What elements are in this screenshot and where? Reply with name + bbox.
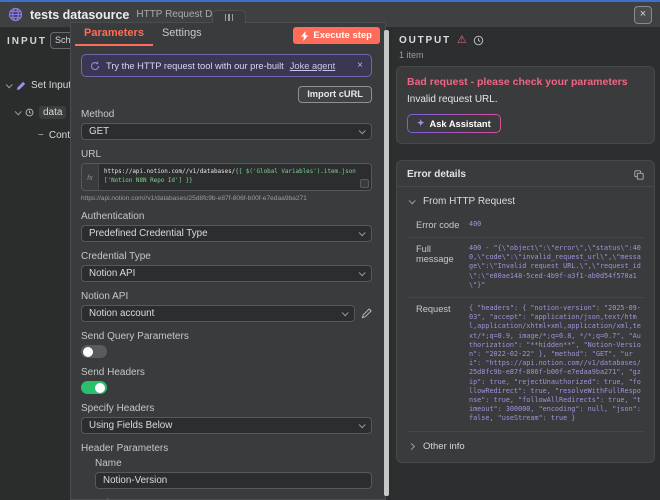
from-http-request-section[interactable]: From HTTP Request (397, 187, 654, 214)
detail-value: 400 - "{\"object\":\"error\",\"status\":… (469, 244, 644, 290)
tree-item-data[interactable]: data (15, 106, 66, 119)
output-panel-title: OUTPUT (399, 35, 451, 46)
items-count: 1 item (392, 46, 660, 60)
send-query-label: Send Query Parameters (81, 331, 372, 342)
chevron-down-icon (359, 229, 366, 236)
detail-label: Full message (407, 244, 469, 290)
expand-expression-icon[interactable] (360, 179, 369, 188)
other-info-section[interactable]: Other info (397, 432, 654, 461)
send-headers-toggle[interactable] (81, 381, 107, 394)
url-expression-editor[interactable]: fx https://api.notion.com//v1/databases/… (81, 163, 372, 191)
dash-icon: − (38, 130, 44, 141)
header-value-label: Value (95, 498, 372, 499)
chevron-down-icon (409, 197, 416, 204)
chevron-down-icon[interactable] (15, 108, 22, 115)
tree-item-label: data (39, 106, 66, 119)
tab-parameters[interactable]: Parameters (75, 23, 153, 46)
fx-icon: fx (82, 164, 99, 190)
chevron-down-icon (359, 269, 366, 276)
tip-text: Try the HTTP request tool with our pre-b… (106, 61, 284, 71)
output-panel: OUTPUT ⚠ 1 item Bad request - please che… (392, 28, 660, 500)
banner-close-icon[interactable]: × (357, 60, 363, 71)
node-title: tests datasource (30, 8, 129, 22)
method-select[interactable]: GET (81, 123, 372, 140)
parameters-form: Try the HTTP request tool with our pre-b… (71, 49, 385, 499)
error-detail-row: Full message 400 - "{\"object\":\"error\… (407, 238, 644, 298)
error-detail-row: Error code 400 (407, 214, 644, 238)
joke-agent-link[interactable]: Joke agent (290, 61, 336, 71)
notion-credential-select[interactable]: Notion account (81, 305, 355, 322)
detail-value: 400 (469, 220, 644, 230)
panel-resize-handle[interactable] (384, 30, 389, 496)
header-parameters-label: Header Parameters (81, 443, 372, 454)
chevron-down-icon[interactable] (6, 81, 13, 88)
input-panel-header: INPUT Schema (0, 28, 72, 54)
input-panel: INPUT Schema Set Inputs for data − Conte… (0, 28, 72, 500)
send-headers-label: Send Headers (81, 367, 372, 378)
parameters-panel: Parameters Settings Execute step Try the… (70, 22, 386, 500)
send-query-toggle[interactable] (81, 345, 107, 358)
authentication-select[interactable]: Predefined Credential Type (81, 225, 372, 242)
header-name-label: Name (95, 458, 372, 469)
history-clock-icon[interactable] (473, 35, 484, 46)
error-message: Invalid request URL. (407, 94, 644, 105)
close-button[interactable]: × (634, 6, 652, 24)
chevron-right-icon (408, 443, 415, 450)
notion-api-label: Notion API (81, 291, 372, 302)
chevron-down-icon (342, 309, 349, 316)
detail-label: Error code (407, 220, 469, 230)
input-panel-title: INPUT (7, 36, 47, 47)
url-label: URL (81, 149, 372, 160)
url-base-text: https://api.notion.com//v1/databases/ (104, 169, 235, 175)
credential-type-select[interactable]: Notion API (81, 265, 372, 282)
warning-icon: ⚠ (457, 35, 467, 46)
chevron-down-icon (359, 421, 366, 428)
url-evaluated-value: https://api.notion.com//v1/databases/25d… (81, 195, 372, 202)
edit-credential-icon[interactable] (361, 308, 372, 319)
header-name-input[interactable] (103, 475, 364, 486)
ask-assistant-button[interactable]: ✦ Ask Assistant (407, 114, 501, 133)
detail-label: Request (407, 304, 469, 424)
sparkle-icon: ✦ (417, 118, 425, 129)
panel-drag-handle[interactable] (212, 10, 246, 23)
lightning-icon (301, 31, 309, 41)
authentication-label: Authentication (81, 211, 372, 222)
header-name-field[interactable] (95, 472, 372, 489)
chevron-down-icon (359, 127, 366, 134)
error-details-title: Error details (407, 169, 466, 180)
detail-value: { "headers": { "notion-version": "2025-0… (469, 304, 644, 424)
globe-icon (8, 7, 23, 22)
error-detail-row: Request { "headers": { "notion-version":… (407, 298, 644, 432)
tab-settings[interactable]: Settings (153, 23, 211, 46)
object-icon (25, 108, 34, 117)
error-title: Bad request - please check your paramete… (407, 76, 644, 88)
refresh-icon (90, 61, 100, 71)
specify-headers-select[interactable]: Using Fields Below (81, 417, 372, 434)
credential-type-label: Credential Type (81, 251, 372, 262)
error-details-card: Error details From HTTP Request Error co… (396, 160, 655, 463)
error-summary-card: Bad request - please check your paramete… (396, 66, 655, 144)
specify-headers-label: Specify Headers (81, 403, 372, 414)
pencil-icon (16, 81, 26, 91)
tip-banner: Try the HTTP request tool with our pre-b… (81, 54, 372, 77)
copy-icon[interactable] (634, 170, 644, 180)
execute-step-button[interactable]: Execute step (293, 27, 380, 44)
method-label: Method (81, 109, 372, 120)
import-curl-button[interactable]: Import cURL (298, 86, 372, 103)
